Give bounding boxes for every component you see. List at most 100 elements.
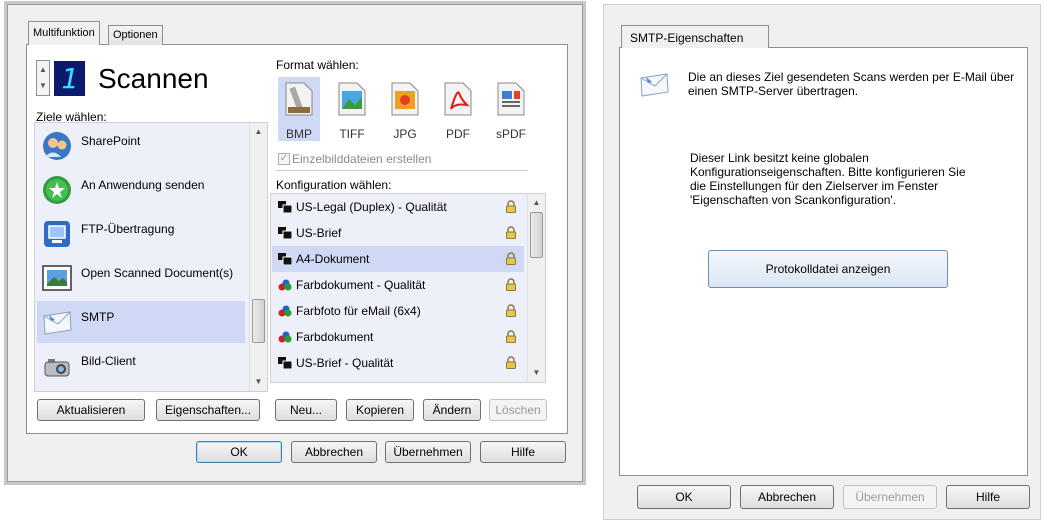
smtp-description: Die an dieses Ziel gesendeten Scans werd… bbox=[688, 70, 1015, 98]
info-line: Dieser Link besitzt keine globalen bbox=[690, 151, 869, 165]
mode-spinner[interactable]: ▲ ▼ bbox=[36, 60, 50, 96]
destination-label: SMTP bbox=[81, 310, 115, 324]
bmp-file-icon bbox=[285, 82, 313, 116]
spinner-down-icon[interactable]: ▼ bbox=[37, 81, 49, 90]
image-client-icon bbox=[44, 359, 70, 377]
config-label-text: Farbfoto für eMail (6x4) bbox=[296, 304, 421, 318]
divider bbox=[276, 170, 528, 171]
info-text: Dieser Link besitzt keine globalen Konfi… bbox=[690, 151, 1020, 207]
copy-button[interactable]: Kopieren bbox=[346, 399, 414, 421]
config-item[interactable]: Farbfoto für eMail (6x4) bbox=[272, 298, 524, 324]
bw-config-icon bbox=[278, 253, 292, 265]
ok-button[interactable]: OK bbox=[196, 441, 282, 463]
info-line: die Einstellungen für den Zielserver im … bbox=[690, 179, 939, 193]
format-spdf[interactable]: sPDF bbox=[490, 77, 532, 141]
config-item[interactable]: US-Brief bbox=[272, 220, 524, 246]
single-files-checkbox[interactable]: ✓ bbox=[278, 153, 290, 165]
config-item[interactable]: Farbdokument - Qualität bbox=[272, 272, 524, 298]
bw-config-icon bbox=[278, 201, 292, 213]
tab-multifunktion[interactable]: Multifunktion bbox=[28, 21, 100, 45]
info-line: 'Eigenschaften von Scankonfiguration'. bbox=[690, 193, 897, 207]
sharepoint-icon bbox=[43, 132, 71, 160]
destination-label: SharePoint bbox=[81, 134, 141, 148]
scrollbar-thumb[interactable] bbox=[252, 299, 265, 343]
spdf-file-icon bbox=[497, 82, 525, 116]
config-item[interactable]: A4-Dokument bbox=[272, 246, 524, 272]
scroll-up-icon[interactable]: ▲ bbox=[250, 127, 267, 136]
smtp-envelope-icon bbox=[43, 311, 72, 335]
lock-icon bbox=[506, 330, 516, 343]
lock-icon bbox=[506, 200, 516, 213]
smtp-help-button[interactable]: Hilfe bbox=[946, 485, 1030, 509]
config-item[interactable]: Farbdokument bbox=[272, 324, 524, 350]
destination-item-send-to-application[interactable]: An Anwendung senden bbox=[37, 169, 245, 211]
destination-list[interactable]: SharePoint An Anwendung senden FTP-Übert… bbox=[34, 122, 268, 392]
config-label-text: A4-Dokument bbox=[296, 252, 370, 266]
scroll-down-icon[interactable]: ▼ bbox=[528, 368, 545, 377]
config-label-text: Farbdokument bbox=[296, 330, 374, 344]
config-label-text: Farbdokument - Qualität bbox=[296, 278, 426, 292]
pdf-file-icon bbox=[444, 82, 472, 116]
destination-item-image-client[interactable]: Bild-Client bbox=[37, 345, 245, 387]
format-label-text: BMP bbox=[285, 127, 312, 141]
format-label-text: TIFF bbox=[339, 127, 365, 141]
scrollbar-thumb[interactable] bbox=[530, 212, 543, 258]
change-button[interactable]: Ändern bbox=[423, 399, 481, 421]
format-label-text: PDF bbox=[446, 127, 470, 141]
destination-label: Bild-Client bbox=[81, 354, 136, 368]
cancel-button[interactable]: Abbrechen bbox=[291, 441, 377, 463]
destination-item-sharepoint[interactable]: SharePoint bbox=[37, 125, 245, 167]
scroll-up-icon[interactable]: ▲ bbox=[528, 198, 545, 207]
single-files-checkbox-label: Einzelbilddateien erstellen bbox=[292, 152, 432, 166]
configuration-scrollbar[interactable]: ▲ ▼ bbox=[527, 194, 545, 382]
delete-button[interactable]: Löschen bbox=[489, 399, 547, 421]
lock-icon bbox=[506, 304, 516, 317]
config-label-text: US-Brief - Qualität bbox=[296, 356, 394, 370]
destination-scrollbar[interactable]: ▲ ▼ bbox=[249, 123, 267, 391]
properties-button[interactable]: Eigenschaften... bbox=[156, 399, 260, 421]
format-tiff[interactable]: TIFF bbox=[331, 77, 373, 141]
destination-label: FTP-Übertragung bbox=[81, 222, 175, 236]
format-pdf[interactable]: PDF bbox=[437, 77, 479, 141]
envelope-icon bbox=[640, 73, 669, 97]
destination-item-ftp[interactable]: FTP-Übertragung bbox=[37, 213, 245, 255]
config-item[interactable]: US-Legal (Duplex) - Qualität bbox=[272, 194, 524, 220]
info-line: Konfigurationseigenschaften. Bitte konfi… bbox=[690, 165, 966, 179]
color-config-icon bbox=[278, 279, 292, 291]
mode-title: Scannen bbox=[98, 63, 209, 94]
config-label-text: US-Brief bbox=[296, 226, 342, 240]
format-label: Format wählen: bbox=[276, 58, 359, 72]
smtp-apply-button[interactable]: Übernehmen bbox=[843, 485, 937, 509]
smtp-cancel-button[interactable]: Abbrechen bbox=[740, 485, 834, 509]
ftp-transfer-icon bbox=[44, 221, 70, 247]
open-document-icon bbox=[42, 265, 72, 291]
config-label-text: US-Legal (Duplex) - Qualität bbox=[296, 200, 447, 214]
config-item[interactable]: US-Brief - Qualität bbox=[272, 350, 524, 376]
lock-icon bbox=[506, 226, 516, 239]
destination-item-smtp[interactable]: SMTP bbox=[37, 301, 245, 343]
color-config-icon bbox=[278, 305, 292, 317]
lock-icon bbox=[506, 356, 516, 369]
mode-number-display: 1 bbox=[54, 61, 85, 96]
show-log-file-button[interactable]: Protokolldatei anzeigen bbox=[708, 250, 948, 288]
tab-optionen[interactable]: Optionen bbox=[108, 25, 163, 45]
apply-button[interactable]: Übernehmen bbox=[385, 441, 471, 463]
smtp-ok-button[interactable]: OK bbox=[637, 485, 731, 509]
format-label-text: JPG bbox=[393, 127, 417, 141]
bw-config-icon bbox=[278, 357, 292, 369]
format-bmp[interactable]: BMP bbox=[278, 77, 320, 141]
jpg-file-icon bbox=[391, 82, 419, 116]
lock-icon bbox=[506, 252, 516, 265]
tab-smtp-eigenschaften[interactable]: SMTP-Eigenschaften bbox=[621, 25, 769, 48]
format-label-text: sPDF bbox=[496, 127, 526, 141]
destination-item-open-document[interactable]: Open Scanned Document(s) bbox=[37, 257, 245, 299]
help-button[interactable]: Hilfe bbox=[480, 441, 566, 463]
config-label: Konfiguration wählen: bbox=[276, 178, 392, 192]
scroll-down-icon[interactable]: ▼ bbox=[250, 377, 267, 386]
format-jpg[interactable]: JPG bbox=[384, 77, 426, 141]
color-config-icon bbox=[278, 331, 292, 343]
refresh-button[interactable]: Aktualisieren bbox=[37, 399, 145, 421]
new-button[interactable]: Neu... bbox=[275, 399, 337, 421]
spinner-up-icon[interactable]: ▲ bbox=[37, 65, 49, 74]
send-to-application-icon bbox=[43, 176, 71, 204]
